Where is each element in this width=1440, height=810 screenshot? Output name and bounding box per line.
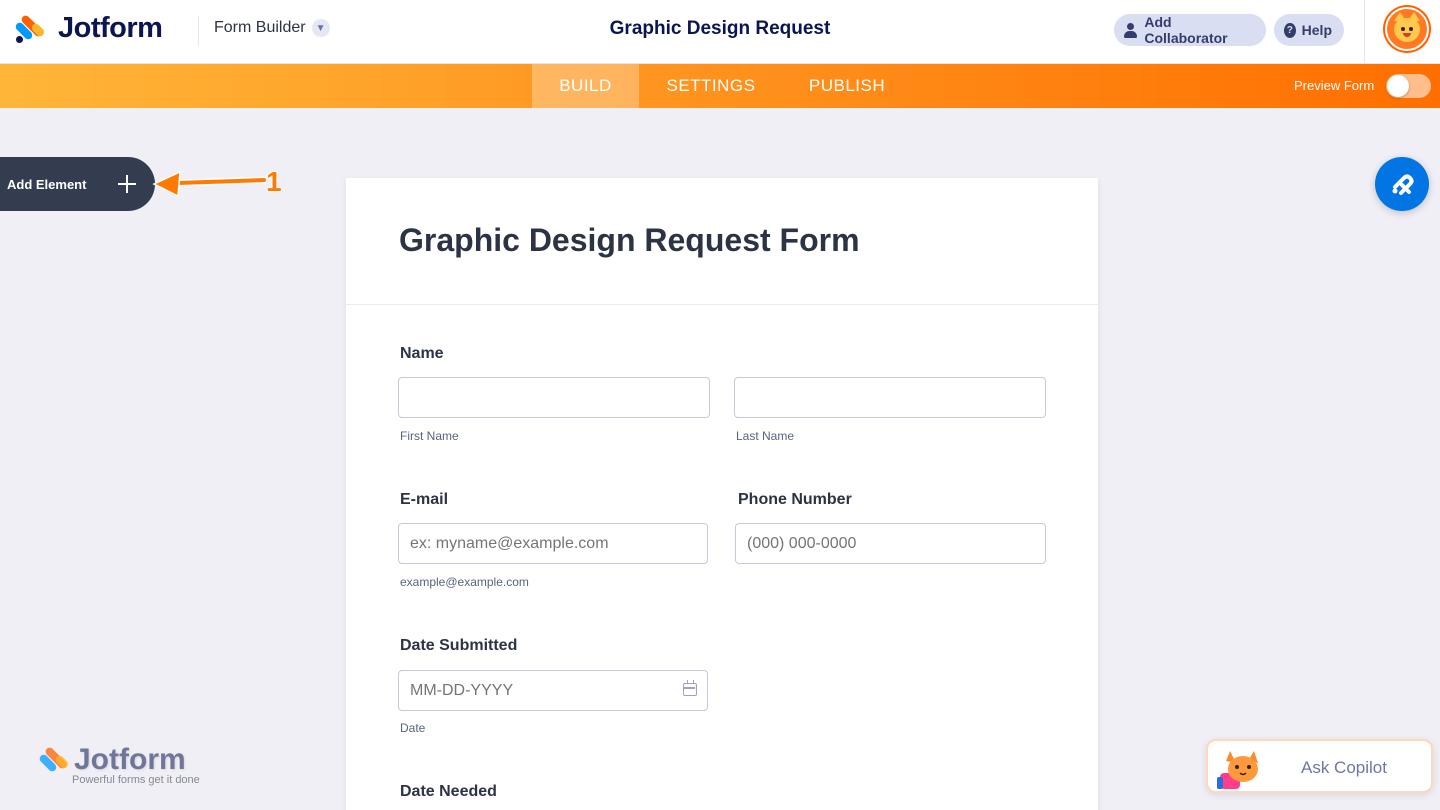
user-avatar[interactable]: [1385, 7, 1429, 51]
preview-form-label: Preview Form: [1294, 78, 1375, 93]
watermark-brand: Jotform: [74, 743, 186, 776]
date-needed-label: Date Needed: [400, 783, 497, 800]
form-builder-label: Form Builder: [214, 19, 306, 36]
watermark-tagline: Powerful forms get it done: [72, 774, 200, 786]
cat-avatar-icon: [1394, 12, 1420, 42]
paint-roller-icon: [1392, 174, 1414, 195]
annotation-number: 1: [266, 166, 282, 197]
first-name-sublabel: First Name: [400, 429, 459, 443]
tab-publish[interactable]: PUBLISH: [790, 64, 904, 108]
date-submitted-sublabel: Date: [400, 721, 426, 735]
date-submitted-input[interactable]: [398, 670, 708, 711]
last-name-sublabel: Last Name: [736, 429, 795, 443]
help-button[interactable]: ? Help: [1274, 14, 1344, 46]
add-collaborator-button[interactable]: Add Collaborator: [1114, 14, 1266, 46]
chevron-down-icon: ▼: [311, 19, 330, 37]
email-input[interactable]: [398, 523, 708, 564]
email-sublabel: example@example.com: [400, 575, 529, 589]
plus-icon: [118, 175, 136, 193]
jotform-logo[interactable]: Jotform: [14, 12, 163, 45]
heading-divider: [346, 304, 1098, 305]
add-element-label: Add Element: [7, 176, 87, 192]
ask-copilot-button[interactable]: Ask Copilot: [1206, 739, 1433, 793]
phone-label: Phone Number: [738, 491, 852, 508]
form-builder-menu[interactable]: Form Builder ▼: [214, 19, 330, 37]
add-user-icon: [1124, 22, 1138, 38]
header-divider-right: [1364, 0, 1365, 64]
date-submitted-field: [398, 670, 708, 711]
toggle-knob: [1387, 75, 1409, 97]
calendar-icon[interactable]: [683, 680, 697, 696]
add-collaborator-label: Add Collaborator: [1144, 14, 1228, 46]
form-heading[interactable]: Graphic Design Request Form: [399, 222, 860, 259]
jotform-watermark-icon: [38, 745, 70, 777]
email-label: E-mail: [400, 491, 449, 508]
tab-settings[interactable]: SETTINGS: [651, 64, 771, 108]
preview-form-toggle[interactable]: [1386, 74, 1431, 98]
top-header: Jotform Form Builder ▼ Graphic Design Re…: [0, 0, 1440, 64]
help-label: Help: [1301, 22, 1332, 38]
form-designer-button[interactable]: [1375, 157, 1429, 211]
ask-copilot-label: Ask Copilot: [1301, 758, 1387, 777]
last-name-input[interactable]: [734, 377, 1046, 418]
jotform-watermark: Jotform Powerful forms get it done: [38, 743, 218, 790]
date-submitted-label: Date Submitted: [400, 637, 518, 654]
form-canvas: Graphic Design Request Form Name First N…: [346, 178, 1098, 810]
first-name-input[interactable]: [398, 377, 710, 418]
add-element-button[interactable]: Add Element: [0, 157, 155, 211]
tab-build[interactable]: BUILD: [532, 64, 639, 108]
question-icon: ?: [1284, 22, 1296, 38]
copilot-cat-icon: [1217, 751, 1258, 789]
name-label: Name: [400, 345, 444, 362]
brand-name: Jotform: [58, 12, 163, 44]
builder-nav: BUILD SETTINGS PUBLISH Preview Form: [0, 64, 1440, 108]
header-divider: [198, 16, 199, 46]
phone-input[interactable]: [735, 523, 1046, 564]
jotform-logo-icon: [14, 13, 46, 45]
